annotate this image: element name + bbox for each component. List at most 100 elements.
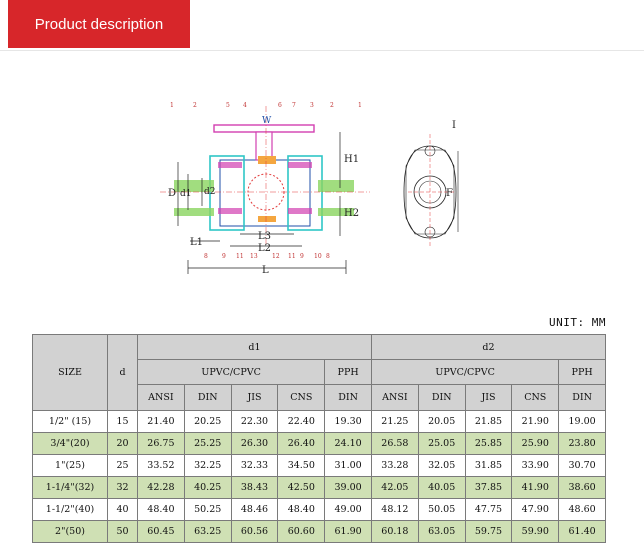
cell-value: 23.80 (558, 432, 606, 455)
cell-value: 38.43 (230, 476, 279, 499)
cell-value: 20.25 (183, 410, 232, 433)
col-header-d2: d2 (370, 334, 607, 360)
cell-size: 3/4"(20) (32, 432, 108, 455)
tab-product-description[interactable]: Product description (8, 0, 190, 48)
callout-bottom-2: 9 (222, 253, 226, 260)
cell-value: 49.00 (324, 498, 372, 521)
callout-bottom-5: 12 (272, 253, 280, 260)
col-subheader: DIN (324, 384, 372, 411)
page-header: Product description (0, 0, 644, 51)
cell-value: 30.70 (558, 454, 606, 477)
col-subheader: ANSI (137, 384, 185, 411)
cell-value: 26.30 (230, 432, 279, 455)
col-header-size: SIZE (32, 334, 108, 411)
cell-d: 50 (107, 520, 138, 543)
col-header-d1: d1 (137, 334, 372, 360)
cell-value: 21.85 (464, 410, 513, 433)
callout-top-4: 4 (243, 102, 247, 109)
cell-value: 20.05 (417, 410, 466, 433)
cell-value: 48.40 (137, 498, 185, 521)
callout-bottom-8: 10 (314, 253, 322, 260)
cell-value: 33.52 (137, 454, 185, 477)
callout-top-7: 3 (310, 102, 314, 109)
table-row: 3/4"(20) 20 26.75 25.25 26.30 26.40 24.10 26.58… (32, 432, 606, 455)
cell-value: 42.50 (277, 476, 326, 499)
cell-value: 25.90 (511, 432, 560, 455)
callout-top-6: 7 (292, 102, 296, 109)
cell-value: 21.25 (370, 410, 419, 433)
cell-value: 22.30 (230, 410, 279, 433)
cell-value: 59.75 (464, 520, 513, 543)
cell-value: 48.60 (558, 498, 606, 521)
dimension-table: SIZE d d1 d2 UPVC/CPVC PPH UPVC/CPVC PPH… (32, 334, 607, 543)
col-subheader: DIN (417, 384, 466, 411)
cell-value: 48.40 (277, 498, 326, 521)
col-subheader: DIN (558, 384, 606, 411)
cell-size: 1"(25) (32, 454, 108, 477)
cell-value: 26.58 (370, 432, 419, 455)
cell-value: 59.90 (511, 520, 560, 543)
cell-value: 25.25 (183, 432, 232, 455)
cell-value: 21.40 (137, 410, 185, 433)
dim-label-w: W (262, 116, 272, 126)
table-row: 1/2" (15) 15 21.40 20.25 22.30 22.40 19.30 21.2… (32, 410, 606, 433)
cell-value: 47.90 (511, 498, 560, 521)
cell-d: 32 (107, 476, 138, 499)
callout-bottom-9: 8 (326, 253, 330, 260)
cell-size: 1-1/4"(32) (32, 476, 108, 499)
cell-d: 15 (107, 410, 138, 433)
callout-top-9: 1 (358, 102, 362, 109)
dim-label-d: D (168, 188, 176, 199)
cell-value: 50.25 (183, 498, 232, 521)
callout-top-5: 6 (278, 102, 282, 109)
cell-size: 1/2" (15) (32, 410, 108, 433)
cell-value: 63.05 (417, 520, 466, 543)
col-subheader: CNS (277, 384, 326, 411)
col-subheader: DIN (183, 384, 232, 411)
cell-value: 47.75 (464, 498, 513, 521)
table-row: 1-1/4"(32) 32 42.28 40.25 38.43 42.50 39.00 42.… (32, 476, 606, 499)
cell-value: 38.60 (558, 476, 606, 499)
cell-value: 19.00 (558, 410, 606, 433)
dim-label-i: I (452, 120, 456, 131)
cell-value: 63.25 (183, 520, 232, 543)
cell-value: 32.05 (417, 454, 466, 477)
cell-size: 2"(50) (32, 520, 108, 543)
cell-value: 26.40 (277, 432, 326, 455)
cell-value: 48.12 (370, 498, 419, 521)
cell-value: 61.90 (324, 520, 372, 543)
cell-value: 19.30 (324, 410, 372, 433)
cell-value: 42.05 (370, 476, 419, 499)
cell-value: 26.75 (137, 432, 185, 455)
col-subheader: ANSI (370, 384, 419, 411)
cell-value: 40.05 (417, 476, 466, 499)
callout-top-8: 2 (330, 102, 334, 109)
col-subheader: CNS (511, 384, 560, 411)
cell-d: 40 (107, 498, 138, 521)
cell-value: 33.90 (511, 454, 560, 477)
cell-value: 21.90 (511, 410, 560, 433)
cell-value: 60.45 (137, 520, 185, 543)
table-row: 1"(25) 25 33.52 32.25 32.33 34.50 31.00 33.28 32… (32, 454, 606, 477)
dim-label-d1: d1 (180, 189, 192, 199)
valve-technical-drawing: 1 2 5 4 6 7 3 2 1 8 9 11 13 12 11 9 10 8… (160, 102, 459, 276)
dim-label-l1: L1 (190, 237, 203, 248)
dim-label-l2: L2 (258, 243, 271, 254)
cell-value: 41.90 (511, 476, 560, 499)
cell-value: 37.85 (464, 476, 513, 499)
col-subheader: JIS (464, 384, 513, 411)
col-header-d: d (107, 334, 138, 411)
callout-top-1: 1 (170, 102, 174, 109)
dim-label-h1: H1 (344, 154, 359, 165)
unit-label: UNIT: MM (549, 316, 606, 329)
col-header-d2-pph: PPH (558, 359, 606, 385)
dim-label-h2: H2 (344, 208, 359, 219)
table-row: 1-1/2"(40) 40 48.40 50.25 48.46 48.40 49.00 48.… (32, 498, 606, 521)
cell-value: 50.05 (417, 498, 466, 521)
callout-bottom-6: 11 (288, 253, 296, 260)
col-subheader: JIS (230, 384, 279, 411)
cell-value: 25.85 (464, 432, 513, 455)
cell-value: 60.18 (370, 520, 419, 543)
cell-value: 60.56 (230, 520, 279, 543)
dim-label-d2: d2 (204, 187, 216, 197)
